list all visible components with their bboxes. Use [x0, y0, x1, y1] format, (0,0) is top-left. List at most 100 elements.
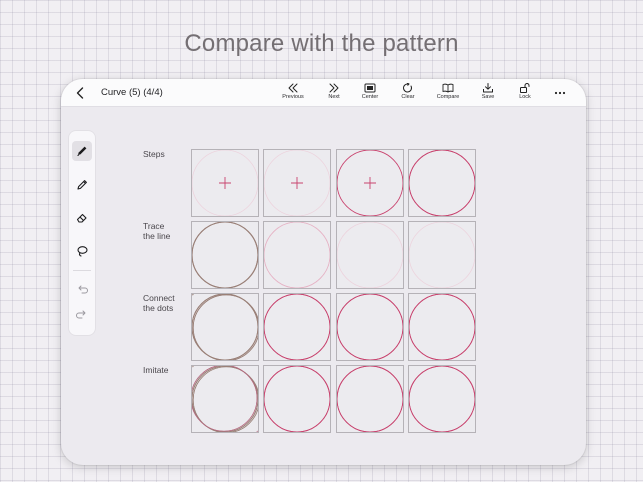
center-button[interactable]: Center [350, 83, 390, 105]
lasso-tool[interactable] [72, 241, 92, 261]
document-title: Curve (5) (4/4) [101, 87, 163, 98]
curve-stroke [224, 366, 258, 432]
pencil-tool[interactable] [72, 175, 92, 195]
previous-button[interactable]: Previous [273, 83, 313, 105]
curve-pattern-drawing [192, 222, 258, 288]
row-label-line1: Connect [143, 293, 175, 303]
pattern-cell[interactable] [191, 221, 259, 289]
pattern-cell[interactable] [408, 149, 476, 217]
curve-stroke [264, 366, 298, 432]
row-label-trace: Trace the line [143, 221, 170, 241]
curve-stroke [264, 326, 330, 360]
curve-stroke [409, 366, 443, 432]
curve-stroke [192, 254, 258, 288]
curve-stroke [291, 177, 303, 189]
clear-label: Clear [401, 94, 415, 100]
curve-stroke [409, 398, 475, 432]
next-button[interactable]: Next [314, 83, 354, 105]
curve-pattern-drawing [264, 294, 330, 360]
curve-stroke [192, 366, 226, 432]
curve-stroke [337, 366, 371, 432]
pattern-cell[interactable] [191, 293, 259, 361]
compare-button[interactable]: Compare [428, 83, 468, 105]
save-button[interactable]: Save [468, 83, 508, 105]
pattern-cell[interactable] [263, 293, 331, 361]
next-label: Next [328, 94, 340, 100]
pen-tool[interactable] [72, 141, 92, 161]
curve-pattern-drawing [192, 294, 258, 360]
curve-stroke [264, 222, 330, 256]
row-label-line1: Steps [143, 149, 165, 159]
curve-pattern-drawing [192, 150, 258, 216]
pattern-cell[interactable] [191, 365, 259, 433]
row-label-line1: Trace [143, 221, 165, 231]
curve-stroke [192, 366, 258, 400]
curve-pattern-drawing [264, 222, 330, 288]
eraser-icon [76, 213, 87, 223]
unlock-icon [520, 83, 530, 93]
undo-icon [78, 285, 88, 294]
row-label-steps: Steps [143, 149, 165, 159]
curve-stroke [192, 294, 258, 328]
redo-icon [76, 310, 86, 319]
center-label: Center [361, 94, 379, 100]
toolbar: Curve (5) (4/4) Previous Next Center Cle… [61, 79, 586, 107]
curve-stroke [337, 366, 403, 400]
pattern-cell[interactable] [336, 149, 404, 217]
curve-stroke [409, 294, 475, 328]
curve-stroke [192, 222, 258, 256]
curve-pattern-drawing [264, 150, 330, 216]
curve-stroke [369, 366, 403, 432]
curve-stroke [192, 294, 227, 360]
eraser-tool[interactable] [72, 208, 92, 228]
lock-button[interactable]: Lock [505, 83, 545, 105]
curve-stroke [409, 150, 443, 216]
pattern-cell[interactable] [408, 365, 476, 433]
open-book-icon [442, 83, 454, 93]
save-label: Save [481, 94, 495, 100]
pattern-cell[interactable] [336, 293, 404, 361]
curve-stroke [337, 294, 403, 328]
pattern-cell[interactable] [336, 365, 404, 433]
curve-stroke [224, 222, 258, 288]
row-label-line2: the line [143, 231, 171, 241]
row-label-line1: Imitate [143, 365, 169, 375]
more-button[interactable] [550, 88, 570, 98]
pattern-cell[interactable] [263, 221, 331, 289]
curve-stroke [223, 366, 258, 432]
curve-pattern-drawing [264, 366, 330, 432]
curve-stroke [409, 150, 475, 184]
pattern-cell[interactable] [191, 149, 259, 217]
curve-stroke [192, 294, 226, 360]
chevron-left-icon [76, 87, 84, 99]
curve-stroke [192, 399, 258, 432]
pattern-cell[interactable] [336, 221, 404, 289]
curve-stroke [337, 398, 403, 432]
curve-stroke [192, 222, 226, 288]
curve-stroke [264, 294, 298, 360]
curve-stroke [192, 366, 225, 432]
double-chevron-right-icon [329, 83, 339, 93]
curve-pattern-drawing [337, 294, 403, 360]
curve-stroke [264, 254, 330, 288]
curve-stroke [226, 294, 258, 360]
tool-palette [69, 131, 95, 335]
clear-button[interactable]: Clear [388, 83, 428, 105]
previous-label: Previous [282, 94, 304, 100]
tool-divider [73, 270, 91, 271]
download-icon [483, 83, 493, 93]
curve-stroke [441, 150, 475, 216]
pattern-cell[interactable] [408, 293, 476, 361]
redo-button[interactable] [72, 305, 92, 325]
lasso-icon [77, 246, 88, 257]
pattern-cell[interactable] [408, 221, 476, 289]
pattern-cell[interactable] [263, 149, 331, 217]
curve-stroke [441, 366, 475, 432]
pattern-cell[interactable] [263, 365, 331, 433]
curve-pattern-drawing [409, 222, 475, 288]
refresh-icon [403, 83, 412, 93]
curve-stroke [296, 366, 330, 432]
curve-stroke [192, 327, 258, 360]
undo-button[interactable] [72, 280, 92, 300]
back-button[interactable] [73, 85, 87, 101]
